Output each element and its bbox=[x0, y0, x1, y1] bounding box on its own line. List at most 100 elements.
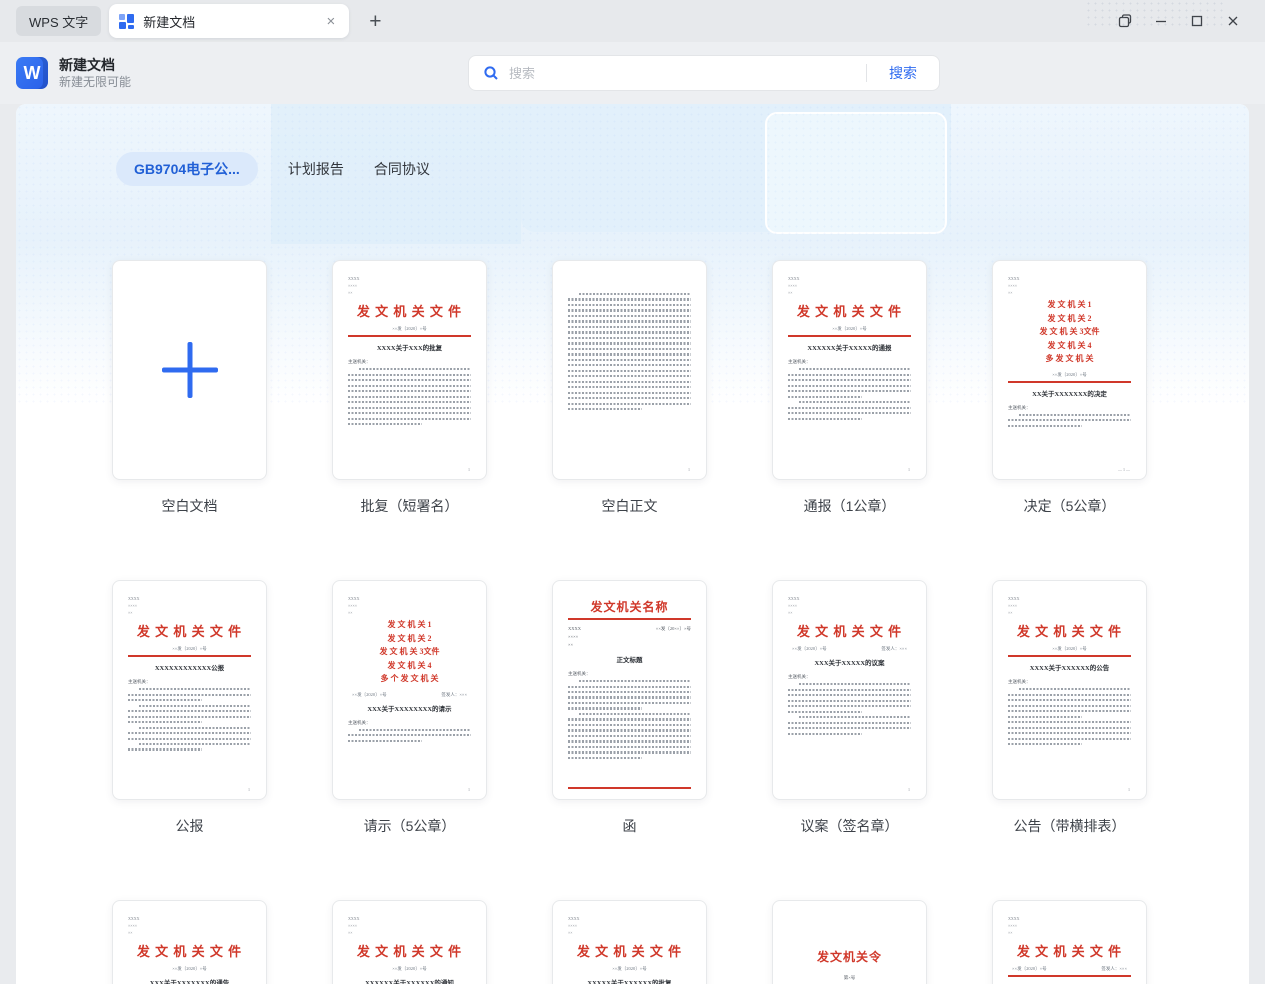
template-card: XXXX ×××× ×× 发 文 机 关 文 件 ××发〔2020〕×号 XXXXXX关于… bbox=[772, 260, 927, 514]
doc-corner-marks: XXXX ×××× ×× bbox=[128, 596, 140, 615]
wps-app-button[interactable]: WPS 文字 bbox=[16, 6, 102, 36]
body-text-line bbox=[139, 688, 251, 691]
doc-thumbnail: XXXX ×××× ×× 发 文 机 关 文 件 ××发〔2020〕×号 XXXX关于XX… bbox=[333, 261, 486, 479]
tab-contract[interactable]: 合同协议 bbox=[374, 159, 430, 179]
doc-thumbnail: 1 bbox=[553, 261, 706, 479]
body-text-line bbox=[568, 691, 691, 694]
document-tab[interactable]: 新建文档 × bbox=[109, 4, 350, 38]
body-text-line bbox=[799, 368, 911, 371]
category-tabs: GB9704电子公... 计划报告 合同协议 bbox=[116, 152, 1249, 186]
tab-plan-report[interactable]: 计划报告 bbox=[288, 159, 344, 179]
template-card-preview[interactable]: XXXX ×××× ×× 发 文 机 关 文 件 ××发〔2020〕×号 XXXX关于XX… bbox=[992, 580, 1147, 800]
body-text-line bbox=[788, 406, 911, 409]
doc-title: XX关于XXXXXXX的决定 bbox=[1032, 390, 1107, 398]
body-text-line bbox=[1008, 424, 1082, 427]
template-card-preview[interactable]: 发文机关令 第×号 bbox=[772, 900, 927, 984]
body-text-line bbox=[568, 745, 691, 749]
search-button[interactable]: 搜索 bbox=[867, 63, 939, 83]
org-title: 发 文 机 关 文 件 bbox=[1016, 624, 1123, 640]
template-card-preview[interactable]: XXXX ×××× ×× 发 文 机 关 文 件 ××发〔2020〕×号 XXXXX关于X… bbox=[552, 900, 707, 984]
template-card-preview[interactable]: XXXX ×××× ×× 发 文 机 关 文 件 ××发〔2020〕×号 XXXX关于XX… bbox=[332, 260, 487, 480]
close-icon[interactable] bbox=[1215, 5, 1251, 37]
tab-gb9704[interactable]: GB9704电子公... bbox=[116, 152, 258, 186]
org-title: 发 文 机 关 文 件 bbox=[356, 944, 463, 960]
org-title-list: 发 文 机 关 1发 文 机 关 2发 文 机 关 3文件发 文 机 关 4多 … bbox=[1039, 300, 1100, 364]
body-text-line bbox=[359, 368, 471, 371]
wps-writer-logo: W bbox=[16, 57, 48, 89]
red-rule-bottom bbox=[568, 787, 691, 789]
template-card: XXXX ×××× ×× 发 文 机 关 1发 文 机 关 2发 文 机 关 3文件发… bbox=[992, 260, 1147, 514]
doc-corner-marks: XXXX ×××× ×× bbox=[788, 276, 800, 295]
wps-doc-grid-icon bbox=[119, 13, 135, 29]
template-card-preview[interactable]: XXXX ×××× ×× 发 文 机 关 文 件 ××发〔2020〕×号 XXXXXXXX… bbox=[112, 580, 267, 800]
org-title-list: 发 文 机 关 1发 文 机 关 2发 文 机 关 3文件发 文 机 关 4多 … bbox=[379, 620, 440, 684]
doc-salutation: 主送机关： bbox=[348, 359, 371, 365]
body-text-line bbox=[348, 373, 471, 376]
overlap-windows-icon[interactable] bbox=[1107, 5, 1143, 37]
template-card-label: 公报 bbox=[175, 818, 204, 834]
body-text-line bbox=[568, 298, 691, 301]
body-text-line bbox=[348, 379, 471, 382]
template-card: XXXX ×××× ×× 发 文 机 关 文 件 ××发〔2020〕×号 XXXX关于XX… bbox=[332, 260, 487, 514]
doc-salutation: 主送机关： bbox=[1008, 404, 1031, 410]
body-text-line bbox=[128, 710, 251, 713]
template-card-preview[interactable]: 1 bbox=[552, 260, 707, 480]
body-text-line bbox=[788, 710, 862, 713]
body-text-line bbox=[1008, 710, 1131, 713]
template-card-preview[interactable]: XXXX ×××× ×× 发 文 机 关 文 件 ××发〔2020〕×号 XXXXXX关于… bbox=[332, 900, 487, 984]
doc-title: XXXXXXXXXXXX公报 bbox=[154, 665, 225, 673]
template-card-preview[interactable]: XXXX ×××× ×× 发 文 机 关 1发 文 机 关 2发 文 机 关 3文件发… bbox=[332, 580, 487, 800]
doc-page-number: 1 bbox=[1128, 787, 1130, 792]
body-text-line bbox=[1008, 693, 1131, 696]
red-rule bbox=[788, 335, 911, 338]
body-text-line bbox=[139, 742, 251, 746]
template-card-preview[interactable]: XXXX××××××发 文 机 关 文 件××发〔2020〕×号签发人：×××X… bbox=[772, 580, 927, 800]
body-text-line bbox=[788, 727, 911, 730]
body-text-line bbox=[788, 417, 862, 420]
body-text-line bbox=[788, 379, 911, 382]
body-text-line bbox=[1008, 419, 1131, 422]
template-card-preview[interactable]: XXXX××××××发 文 机 关 文 件××发〔2020〕×号签发人：×××X… bbox=[992, 900, 1147, 984]
body-text-line bbox=[1008, 726, 1131, 729]
doc-salutation: 主送机关： bbox=[128, 679, 151, 685]
doc-corner-marks: XXXX ×××× ×× bbox=[348, 596, 360, 615]
body-text-line bbox=[1008, 699, 1131, 702]
doc-salutation: 主送机关： bbox=[348, 719, 371, 725]
doc-salutation: 主送机关： bbox=[788, 359, 811, 365]
body-text-line bbox=[1008, 704, 1131, 707]
doc-thumbnail: 发文机关令 第×号 bbox=[773, 901, 926, 984]
body-text-line bbox=[348, 395, 471, 398]
template-card: 发文机关令 第×号 bbox=[772, 900, 927, 984]
tab-close-icon[interactable]: × bbox=[322, 12, 339, 31]
doc-thumbnail: XXXX×××××× 发 文 机 关 文 件 ××发〔2020〕×号签发人：××× X… bbox=[773, 581, 926, 799]
doc-page-number: 1 bbox=[248, 787, 250, 792]
body-text-line bbox=[568, 309, 691, 312]
org-title: 发 文 机 关 文 件 bbox=[796, 624, 903, 640]
doc-title: XXXXXX关于XXXXXX的通知 bbox=[365, 980, 454, 984]
templates-panel: GB9704电子公... 计划报告 合同协议 空白文档 XXXX ×××× ×× 发 文… bbox=[16, 104, 1249, 984]
doc-corner-marks: XXXX ×××× ×× bbox=[568, 916, 580, 935]
template-card-label: 议案（签名章） bbox=[800, 818, 899, 834]
new-tab-button[interactable]: + bbox=[363, 11, 387, 32]
body-text-line bbox=[568, 391, 691, 394]
document-tab-label: 新建文档 bbox=[143, 14, 196, 30]
minimize-icon[interactable] bbox=[1143, 5, 1179, 37]
doc-salutation: 主送机关： bbox=[1008, 679, 1031, 685]
window-controls bbox=[1107, 5, 1265, 37]
red-rule bbox=[1008, 655, 1131, 658]
doc-title: XXXX关于XXX的批复 bbox=[376, 345, 443, 353]
template-card-preview[interactable]: 发文机关名称 XXXX ×××× ×× ××发〔20××〕×号 正文标题 主送机关： bbox=[552, 580, 707, 800]
body-text-line bbox=[568, 325, 691, 329]
template-card-preview[interactable] bbox=[112, 260, 267, 480]
doc-title: XXX关于XXXXX的议案 bbox=[814, 660, 885, 668]
template-card-preview[interactable]: XXXX ×××× ×× 发 文 机 关 文 件 ××发〔2020〕×号 XXXXXX关于… bbox=[772, 260, 927, 480]
maximize-icon[interactable] bbox=[1179, 5, 1215, 37]
doc-corner-marks: XXXX ×××× ×× bbox=[348, 276, 360, 295]
template-card-preview[interactable]: XXXX ×××× ×× 发 文 机 关 1发 文 机 关 2发 文 机 关 3文件发… bbox=[992, 260, 1147, 480]
template-card: XXXX ×××× ×× 发 文 机 关 文 件 ××发〔2020〕×号 XXXXXXXX… bbox=[112, 580, 267, 834]
body-text-line bbox=[568, 756, 642, 759]
red-rule bbox=[1008, 975, 1131, 978]
body-text-line bbox=[568, 740, 691, 743]
search-input[interactable] bbox=[509, 65, 866, 81]
template-card-preview[interactable]: XXXX ×××× ×× 发 文 机 关 文 件 ××发〔2020〕×号 XXX关于XXX… bbox=[112, 900, 267, 984]
